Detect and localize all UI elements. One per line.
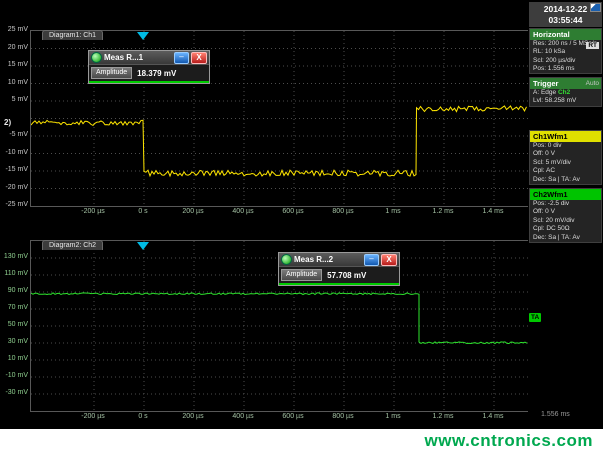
ch1wfm1-trace [31,106,527,176]
meas-window-title: Meas R...2 [294,255,362,264]
x-axis-label: 1 ms [368,413,418,420]
y-axis-label: -20 mV [0,184,28,191]
close-button[interactable]: X [381,254,397,266]
y-axis-label: 70 mV [0,304,28,311]
y-axis-label: -10 mV [0,149,28,156]
watermark-url: www.cntronics.com [425,431,593,451]
y-axis-label: 25 mV [0,26,28,33]
measurement-icon [91,52,102,63]
meas-parameter-chip[interactable]: Amplitude [281,269,322,281]
ch2-scale: Scl: 20 mV/div [530,217,601,225]
ch2-waveform-panel[interactable]: Ch2Wfm1 Pos: -2.5 div Off: 0 V Scl: 20 m… [529,188,602,243]
x-axis-label: 1.4 ms [468,208,518,215]
trigger-level-marker[interactable]: TA [529,313,541,322]
x-axis-label: 800 µs [318,413,368,420]
trigger-panel-title: Trigger Auto [530,78,601,89]
y-axis-label: -15 mV [0,166,28,173]
ch1-coupling: Cpl: AC [530,167,601,175]
y-axis-label: 15 mV [0,61,28,68]
x-axis-label: -200 µs [68,208,118,215]
close-button[interactable]: X [191,52,207,64]
meas-window-titlebar: Meas R...2 – X [279,253,399,266]
meas-window-title: Meas R...1 [104,53,172,62]
ch2-coupling: Cpl: DC 50Ω [530,225,601,233]
y-axis-label: -25 mV [0,201,28,208]
x-axis-label: 800 µs [318,208,368,215]
meas-value: 57.708 mV [327,271,366,280]
tab-diagram2[interactable]: Diagram2: Ch2 [42,240,103,250]
trigger-panel[interactable]: Trigger Auto A: Edge Ch2 Lvl: 58.258 mV [529,77,602,107]
bottom-strip: www.cntronics.com [0,429,603,452]
x-axis-label: 200 µs [168,208,218,215]
measurement-icon [281,254,292,265]
y-axis-label: 50 mV [0,321,28,328]
ch2-decimation: Dec: Sa | TA: Av [530,234,601,242]
trigger-source-label: Ch2 [558,89,570,96]
ch1-scale: Scl: 5 mV/div [530,159,601,167]
trigger-position-marker-icon[interactable] [137,32,149,40]
ch2-offset: Off: 0 V [530,208,601,216]
meas-value: 18.379 mV [137,69,176,78]
ch2wfm1-trace [31,293,527,344]
x-axis-label: 0 s [118,208,168,215]
x-axis-label: 400 µs [218,208,268,215]
x-axis-label: 600 µs [268,413,318,420]
meas-window-body: Amplitude 18.379 mV [89,64,209,83]
x-axis-label: 400 µs [218,413,268,420]
x-axis-label: 600 µs [268,208,318,215]
x-axis-label: 1 ms [368,208,418,215]
x-axis-label: 1.4 ms [468,413,518,420]
horizontal-record-length: RL: 10 kSa [530,48,601,56]
ch1-waveform-panel[interactable]: Ch1Wfm1 Pos: 0 div Off: 0 V Scl: 5 mV/di… [529,130,602,185]
meas-window-body: Amplitude 57.708 mV [279,266,399,285]
horizontal-position: Pos: 1.556 ms [530,65,601,73]
minimize-button[interactable]: – [174,52,189,64]
trigger-type-line: A: Edge Ch2 [530,89,601,97]
x-axis-label: -200 µs [68,413,118,420]
sidebar: 2014-12-22 03:55:44 Horizontal RT Res: 2… [528,0,603,430]
time-label: 03:55:44 [529,15,602,26]
horizontal-position-readout: 1.556 ms [541,411,570,418]
meas-parameter-chip[interactable]: Amplitude [91,67,132,79]
x-axis-label: 0 s [118,413,168,420]
y-axis-label: 10 mV [0,355,28,362]
ch1-position: Pos: 0 div [530,142,601,150]
horizontal-scale: Scl: 200 µs/div [530,57,601,65]
tab-diagram1[interactable]: Diagram1: Ch1 [42,30,103,40]
x-axis-label: 1.2 ms [418,413,468,420]
ch1-panel-title: Ch1Wfm1 [530,131,601,142]
meas-result-window-2[interactable]: Meas R...2 – X Amplitude 57.708 mV [278,252,400,286]
y-axis-label: 90 mV [0,287,28,294]
y-axis-label: -30 mV [0,389,28,396]
y-axis-label: 10 mV [0,79,28,86]
horizontal-panel[interactable]: Horizontal RT Res: 200 ns / 5 MSa/s RL: … [529,28,602,74]
oscilloscope-screen: Diagram1: Ch1 Diagram2: Ch2 2) Meas R...… [0,0,603,452]
ch2-panel-title: Ch2Wfm1 [530,189,601,200]
ch1-offset: Off: 0 V [530,150,601,158]
datetime-display: 2014-12-22 03:55:44 [529,2,602,27]
y-axis-label: -10 mV [0,372,28,379]
channel-offset-marker[interactable]: 2) [4,118,11,127]
y-axis-label: 130 mV [0,253,28,260]
ch2-position: Pos: -2.5 div [530,200,601,208]
y-axis-label: 30 mV [0,338,28,345]
x-axis-label: 200 µs [168,413,218,420]
trigger-position-marker-icon[interactable] [137,242,149,250]
x-axis-label: 1.2 ms [418,208,468,215]
trigger-title-label: Trigger [533,79,558,88]
minimize-button[interactable]: – [364,254,379,266]
meas-window-titlebar: Meas R...1 – X [89,51,209,64]
y-axis-label: -5 mV [0,131,28,138]
realtime-badge: RT [586,42,599,49]
horizontal-panel-title: Horizontal [530,29,601,40]
trigger-slope-label: A: Edge [533,89,556,96]
rohde-schwarz-logo-icon [590,3,601,12]
y-axis-label: 5 mV [0,96,28,103]
ch1-decimation: Dec: Sa | TA: Av [530,176,601,184]
trigger-level-line: Lvl: 58.258 mV [530,97,601,105]
meas-result-window-1[interactable]: Meas R...1 – X Amplitude 18.379 mV [88,50,210,84]
y-axis-label: 110 mV [0,270,28,277]
trigger-mode-label: Auto [586,78,599,89]
y-axis-label: 20 mV [0,44,28,51]
